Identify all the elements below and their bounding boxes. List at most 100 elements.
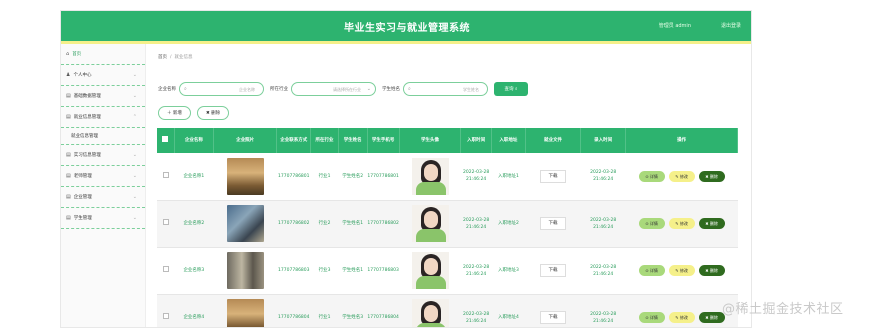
edit-button[interactable]: ✎ 修改	[668, 265, 695, 276]
list-icon: ▤	[66, 194, 71, 200]
student-name-input[interactable]: ⌕ 学生姓名	[403, 82, 488, 96]
breadcrumb-current: 就业信息	[174, 55, 193, 60]
employment-file-cell: 下载	[525, 200, 580, 247]
company-photo[interactable]	[226, 205, 264, 242]
sidebar-item-basic-data[interactable]: ▤ 基础数据管理 ⌄	[61, 86, 145, 107]
col-join-address: 入职地址	[491, 128, 526, 153]
sidebar-item-employment[interactable]: ▤ 就业信息管理 ⌃	[61, 107, 145, 128]
student-phone-cell: 17707786801	[367, 173, 399, 179]
edit-button[interactable]: ✎ 修改	[668, 170, 695, 182]
table-row[interactable]: 企业名称3 17707786803 行业3 学生姓名1 17707786803 2022-…	[157, 247, 738, 294]
sidebar-item-profile[interactable]: ♟ 个人中心 ⌄	[61, 65, 145, 86]
detail-label: 详情	[649, 315, 658, 320]
list-icon: ▤	[66, 173, 71, 179]
sidebar-item-company[interactable]: ▤ 企业管理 ⌄	[61, 187, 145, 208]
created-time-cell: 2022-03-28 21:46:24	[590, 217, 617, 230]
company-photo-cell	[213, 153, 277, 200]
col-company-name: 企业名称	[174, 128, 214, 153]
table-row[interactable]: 企业名称1 17707786801 行业1 学生姓名2 17707786801 2022-…	[157, 153, 738, 200]
detail-button[interactable]: ⊙ 详情	[638, 265, 665, 276]
sidebar-item-home[interactable]: ⌂ 首页	[61, 44, 145, 65]
edit-icon: ✎	[675, 315, 679, 320]
add-button[interactable]: ＋ 新增	[158, 106, 191, 120]
sidebar-item-label: 实习信息管理	[73, 153, 101, 158]
student-name-cell: 学生姓名2	[342, 173, 364, 179]
table-header-row: 企业名称 企业照片 企业联系方式 所在行业 学生姓名 学生手机号 学生头像 入职…	[157, 128, 738, 153]
download-button[interactable]: 下载	[539, 264, 566, 277]
company-photo[interactable]	[226, 252, 264, 289]
logout-link[interactable]: 退出登录	[721, 22, 741, 29]
trash-icon: ✖	[705, 221, 709, 226]
select-all-cell	[157, 128, 175, 153]
search-button[interactable]: 查询 ⌕	[494, 82, 528, 96]
col-created-time: 录入时间	[580, 128, 627, 153]
operations-cell: ⊙ 详情 ✎ 修改 ✖ 删除	[626, 247, 738, 294]
row-checkbox[interactable]	[162, 266, 169, 272]
edit-button[interactable]: ✎ 修改	[668, 218, 695, 229]
sidebar-subitem-employment[interactable]: 就业信息管理	[61, 128, 145, 145]
operations-cell: ⊙ 详情 ✎ 修改 ✖ 删除	[626, 200, 738, 247]
delete-row-button[interactable]: ✖ 删除	[698, 265, 725, 276]
edit-icon: ✎	[675, 268, 679, 273]
input-placeholder: 企业名称	[239, 87, 255, 92]
row-checkbox[interactable]	[162, 219, 169, 225]
download-button[interactable]: 下载	[539, 217, 566, 230]
row-checkbox[interactable]	[162, 313, 169, 319]
edit-label: 修改	[679, 268, 688, 273]
delete-button[interactable]: ✖ 删除	[196, 106, 230, 120]
col-company-photo: 企业照片	[213, 128, 278, 153]
delete-row-button[interactable]: ✖ 删除	[698, 218, 725, 229]
industry-cell: 行业1	[318, 173, 331, 179]
top-header: 毕业生实习与就业管理系统 管理员 admin 退出登录	[61, 11, 751, 41]
download-button[interactable]: 下载	[539, 169, 566, 183]
detail-button[interactable]: ⊙ 详情	[638, 170, 665, 182]
student-avatar[interactable]	[411, 205, 449, 242]
student-name-cell: 学生姓名1	[342, 221, 364, 226]
download-button[interactable]: 下载	[539, 311, 566, 324]
company-name-cell: 企业名称4	[183, 315, 205, 320]
edit-button[interactable]: ✎ 修改	[668, 312, 695, 323]
company-name-cell: 企业名称1	[183, 173, 205, 179]
user-icon: ♟	[66, 72, 71, 78]
student-avatar-cell	[399, 294, 460, 327]
list-icon: ▤	[66, 114, 71, 120]
join-time-cell: 2022-03-28 21:46:24	[463, 264, 490, 277]
delete-row-button[interactable]: ✖ 删除	[698, 312, 725, 323]
chevron-down-icon: ⌄	[132, 72, 137, 78]
breadcrumb-home[interactable]: 首页	[158, 55, 167, 60]
trash-icon: ✖	[705, 268, 709, 273]
created-time-cell: 2022-03-28 21:46:24	[590, 311, 617, 324]
edit-label: 修改	[679, 221, 688, 226]
sidebar-item-internship[interactable]: ▤ 实习信息管理 ⌄	[61, 145, 145, 166]
select-all-checkbox[interactable]	[162, 136, 169, 142]
join-address-cell: 入职地址3	[497, 268, 519, 273]
student-avatar[interactable]	[411, 252, 449, 289]
delete-row-button[interactable]: ✖ 删除	[698, 170, 725, 182]
employment-table: 企业名称 企业照片 企业联系方式 所在行业 学生姓名 学生手机号 学生头像 入职…	[157, 128, 738, 327]
row-select-cell	[157, 153, 174, 200]
company-photo[interactable]	[226, 157, 264, 195]
col-student-avatar: 学生头像	[399, 128, 462, 153]
detail-button[interactable]: ⊙ 详情	[638, 312, 665, 323]
detail-button[interactable]: ⊙ 详情	[638, 218, 665, 229]
employment-file-cell: 下载	[525, 153, 580, 200]
student-avatar[interactable]	[411, 157, 449, 195]
table-row[interactable]: 企业名称2 17707786802 行业2 学生姓名1 17707786802 2022-…	[157, 200, 738, 247]
student-avatar[interactable]	[411, 299, 449, 327]
company-photo[interactable]	[226, 299, 264, 327]
detail-icon: ⊙	[645, 315, 649, 320]
industry-select[interactable]: 请选择所在行业 ⌄	[291, 82, 376, 96]
search-button-label: 查询	[504, 87, 514, 92]
sidebar-item-label: 个人中心	[73, 73, 92, 78]
table-row[interactable]: 企业名称4 17707786804 行业1 学生姓名3 17707786804 2022-…	[157, 294, 738, 327]
edit-icon: ✎	[675, 221, 679, 226]
row-checkbox[interactable]	[162, 171, 169, 178]
table-body: 企业名称1 17707786801 行业1 学生姓名2 17707786801 2022-…	[157, 153, 738, 327]
sidebar-item-teacher[interactable]: ▤ 老师管理 ⌄	[61, 166, 145, 187]
company-name-input[interactable]: ⌕ 企业名称	[179, 82, 264, 96]
delete-label: 删除	[709, 268, 718, 273]
student-avatar-cell	[399, 247, 460, 294]
trash-icon: ✖	[705, 315, 709, 320]
industry-cell: 行业3	[318, 268, 331, 273]
sidebar-item-student[interactable]: ▤ 学生管理 ⌄	[61, 208, 145, 229]
